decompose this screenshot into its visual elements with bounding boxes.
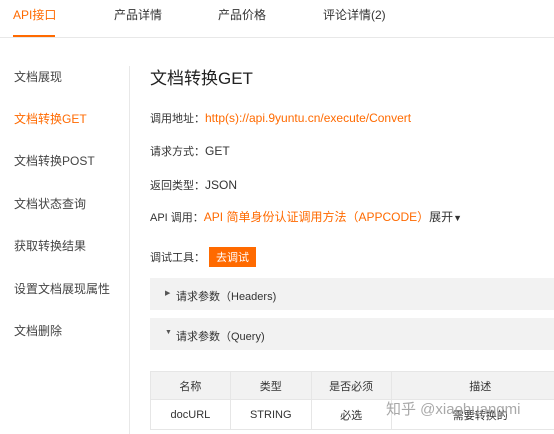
return-type-label: 返回类型： <box>150 180 205 192</box>
sidebar-item-doc-delete[interactable]: 文档删除 <box>14 322 62 339</box>
method-label: 请求方式： <box>150 146 205 158</box>
tab-reviews[interactable]: 评论详情(2) <box>323 6 386 23</box>
sidebar: 文档展现 文档转换GET 文档转换POST 文档状态查询 获取转换结果 设置文档… <box>0 38 130 434</box>
caret-down-icon: ▼ <box>165 329 172 336</box>
headers-params-panel[interactable]: ▶ 请求参数（Headers) <box>150 278 554 310</box>
page-title: 文档转换GET <box>150 69 253 88</box>
sidebar-item-display-settings[interactable]: 设置文档展现属性 <box>14 280 110 297</box>
expand-label: 展开 <box>429 210 454 224</box>
sidebar-item-get-result[interactable]: 获取转换结果 <box>14 237 86 254</box>
col-header-description: 描述 <box>390 371 554 400</box>
return-type-value: JSON <box>205 178 238 192</box>
query-params-panel[interactable]: ▼ 请求参数（Query) <box>150 318 554 350</box>
sidebar-item-doc-convert-get[interactable]: 文档转换GET <box>14 110 87 127</box>
col-header-name: 名称 <box>150 371 231 400</box>
return-type-row: 返回类型：JSON <box>150 177 237 193</box>
tab-product-price[interactable]: 产品价格 <box>218 6 266 23</box>
debug-label: 调试工具： <box>150 252 205 264</box>
endpoint-label: 调用地址： <box>150 113 205 125</box>
expand-toggle[interactable]: 展开▼ <box>429 210 462 224</box>
api-auth-method-link[interactable]: API 简单身份认证调用方法（APPCODE） <box>204 210 429 224</box>
api-call-label: API 调用： <box>150 212 204 224</box>
col-header-required: 是否必须 <box>310 371 392 400</box>
query-params-label: 请求参数（Query) <box>176 331 265 343</box>
method-value: GET <box>205 144 230 158</box>
col-header-type: 类型 <box>229 371 312 400</box>
tab-product-details[interactable]: 产品详情 <box>114 6 162 23</box>
go-debug-button[interactable]: 去调试 <box>209 247 256 267</box>
sidebar-item-doc-status[interactable]: 文档状态查询 <box>14 195 86 212</box>
debug-row: 调试工具： 去调试 <box>150 247 256 267</box>
tab-api[interactable]: API接口 <box>13 6 56 23</box>
api-call-row: API 调用：API 简单身份认证调用方法（APPCODE）展开▼ <box>150 208 462 225</box>
cell-required: 必选 <box>310 399 392 430</box>
endpoint-row: 调用地址：http(s)://api.9yuntu.cn/execute/Con… <box>150 110 411 126</box>
caret-right-icon: ▶ <box>165 290 171 297</box>
sidebar-item-doc-convert-post[interactable]: 文档转换POST <box>14 152 95 169</box>
caret-down-icon: ▼ <box>453 213 463 223</box>
endpoint-url-link[interactable]: http(s)://api.9yuntu.cn/execute/Convert <box>205 111 411 125</box>
sidebar-item-doc-display[interactable]: 文档展现 <box>14 68 62 85</box>
headers-params-label: 请求参数（Headers) <box>176 291 277 303</box>
sidebar-divider <box>129 66 130 434</box>
table-header-row: 名称 类型 是否必须 描述 <box>150 371 554 400</box>
top-tab-bar: API接口 产品详情 产品价格 评论详情(2) <box>0 0 554 38</box>
active-tab-indicator <box>13 35 55 37</box>
method-row: 请求方式：GET <box>150 143 230 159</box>
cell-type: STRING <box>229 399 312 430</box>
cell-name: docURL <box>150 399 231 430</box>
watermark: 知乎 @xiaohuangmi <box>386 401 521 418</box>
